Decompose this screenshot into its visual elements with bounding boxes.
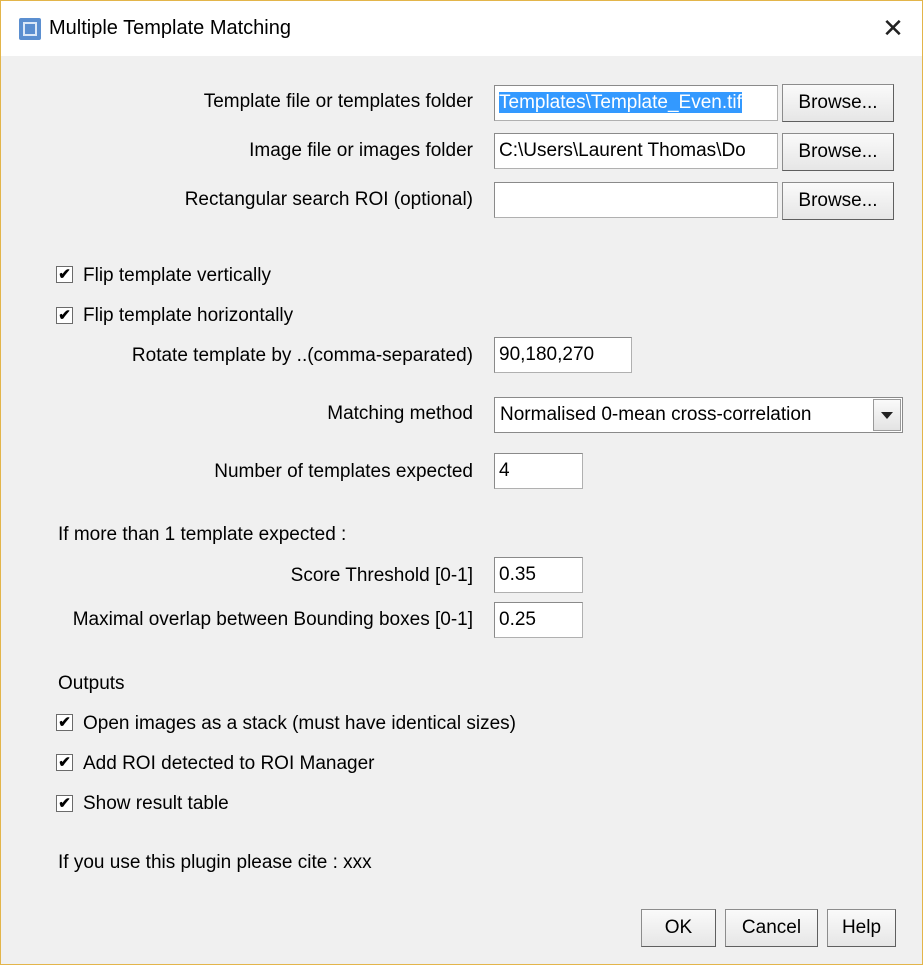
- show-result-table-label: Show result table: [83, 793, 229, 814]
- ok-button[interactable]: OK: [641, 909, 716, 947]
- matching-method-select[interactable]: Normalised 0-mean cross-correlation: [494, 397, 903, 433]
- image-label: Image file or images folder: [249, 140, 473, 161]
- fiji-app-icon: [19, 18, 41, 40]
- roi-browse-button[interactable]: Browse...: [782, 182, 894, 220]
- score-threshold-field[interactable]: 0.35: [494, 557, 583, 593]
- template-path-value: Templates\Template_Even.tif: [499, 92, 742, 113]
- close-icon[interactable]: ✕: [864, 1, 922, 56]
- image-browse-button[interactable]: Browse...: [782, 133, 894, 171]
- roi-label: Rectangular search ROI (optional): [184, 189, 473, 210]
- max-overlap-label: Maximal overlap between Bounding boxes […: [72, 609, 473, 630]
- image-path-field[interactable]: C:\Users\Laurent Thomas\Do: [494, 133, 778, 169]
- matching-method-label: Matching method: [327, 403, 473, 424]
- dropdown-arrow-icon[interactable]: [873, 399, 901, 431]
- open-stack-label: Open images as a stack (must have identi…: [83, 713, 516, 734]
- template-label: Template file or templates folder: [203, 91, 473, 112]
- template-path-field[interactable]: Templates\Template_Even.tif: [494, 85, 778, 121]
- add-roi-label: Add ROI detected to ROI Manager: [83, 753, 375, 774]
- flip-vertical-checkbox[interactable]: ✔: [56, 266, 73, 283]
- template-browse-button[interactable]: Browse...: [782, 84, 894, 122]
- outputs-heading: Outputs: [58, 673, 125, 694]
- multi-template-heading: If more than 1 template expected :: [58, 524, 347, 545]
- cancel-button[interactable]: Cancel: [725, 909, 818, 947]
- flip-horizontal-label: Flip template horizontally: [83, 305, 294, 326]
- templates-expected-label: Number of templates expected: [214, 461, 473, 482]
- title-bar[interactable]: Multiple Template Matching ✕: [1, 1, 922, 56]
- help-button[interactable]: Help: [827, 909, 896, 947]
- dialog-window: Multiple Template Matching ✕ Template fi…: [0, 0, 923, 965]
- rotate-field[interactable]: 90,180,270: [494, 337, 632, 373]
- open-stack-checkbox[interactable]: ✔: [56, 714, 73, 731]
- cite-text: If you use this plugin please cite : xxx: [58, 852, 372, 873]
- flip-horizontal-checkbox[interactable]: ✔: [56, 307, 73, 324]
- show-result-table-checkbox[interactable]: ✔: [56, 795, 73, 812]
- rotate-label: Rotate template by ..(comma-separated): [131, 345, 473, 366]
- flip-vertical-label: Flip template vertically: [83, 265, 271, 286]
- score-threshold-label: Score Threshold [0-1]: [290, 565, 473, 586]
- templates-expected-field[interactable]: 4: [494, 453, 583, 489]
- window-title: Multiple Template Matching: [49, 17, 291, 39]
- roi-path-field[interactable]: [494, 182, 778, 218]
- matching-method-value: Normalised 0-mean cross-correlation: [500, 404, 812, 425]
- add-roi-checkbox[interactable]: ✔: [56, 754, 73, 771]
- max-overlap-field[interactable]: 0.25: [494, 602, 583, 638]
